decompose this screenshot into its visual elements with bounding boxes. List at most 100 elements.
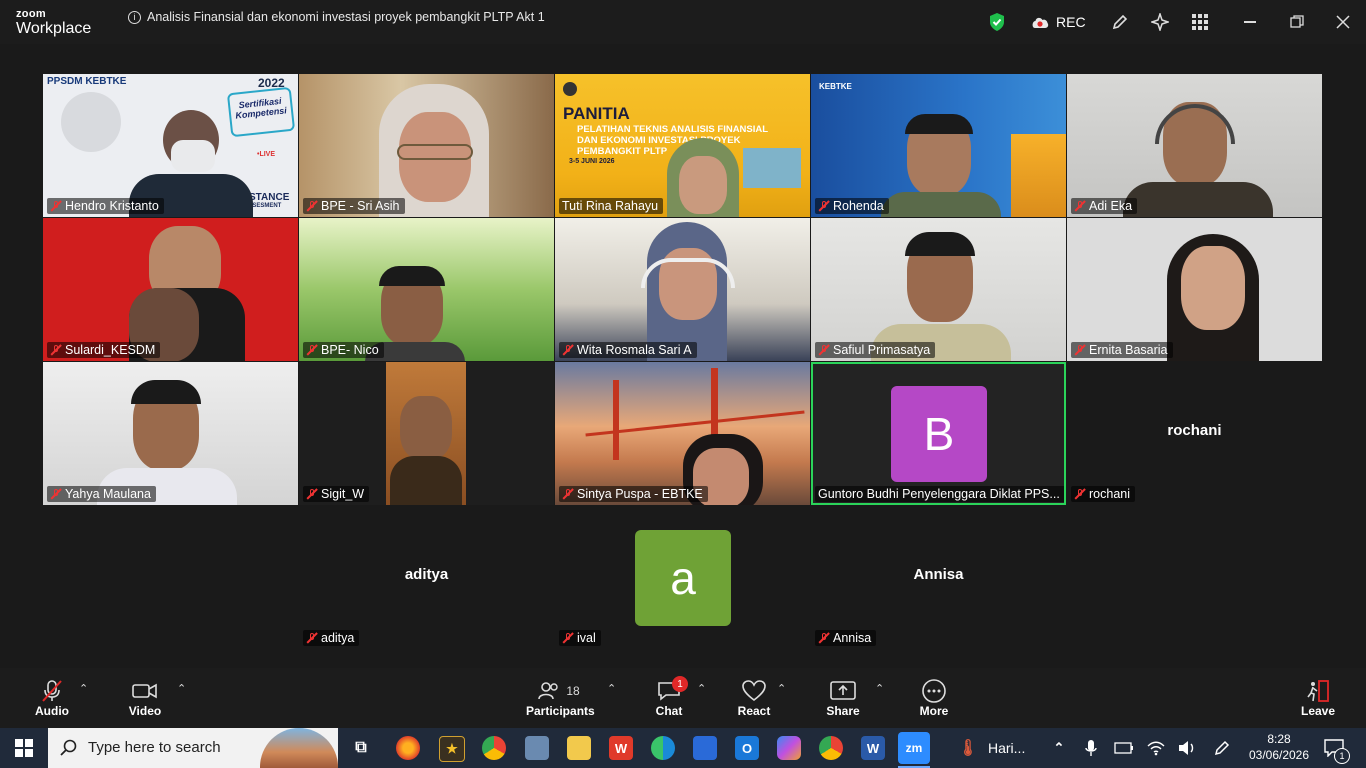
- participant-name: Adi Eka: [1089, 199, 1133, 213]
- chat-unread-badge: 1: [672, 676, 688, 692]
- copilot-icon[interactable]: [777, 736, 801, 760]
- react-button[interactable]: React: [736, 678, 772, 718]
- leave-button[interactable]: Leave: [1300, 678, 1336, 718]
- participants-options-chevron-icon[interactable]: ⌃: [607, 682, 616, 695]
- recording-indicator[interactable]: REC: [1030, 0, 1086, 44]
- video-tile[interactable]: Sulardi_KESDM: [43, 218, 298, 361]
- video-options-chevron-icon[interactable]: ⌃: [177, 682, 186, 695]
- video-tile[interactable]: Safiul Primasatya: [811, 218, 1066, 361]
- shield-icon[interactable]: [985, 10, 1009, 34]
- person-face: [1181, 246, 1245, 330]
- close-icon[interactable]: [1331, 10, 1355, 34]
- participant-center-name: Annisa: [913, 566, 964, 583]
- share-options-chevron-icon[interactable]: ⌃: [875, 682, 884, 695]
- pen-icon[interactable]: [1210, 736, 1234, 760]
- ai-companion-icon[interactable]: [1148, 10, 1172, 34]
- taskbar-search-input[interactable]: Type here to search: [48, 728, 338, 768]
- slide-org: KEBTKE: [819, 82, 852, 91]
- word-icon[interactable]: W: [861, 736, 885, 760]
- title-bar: zoom Workplace i Analisis Finansial dan …: [0, 0, 1366, 44]
- app-star-icon[interactable]: ★: [439, 736, 465, 762]
- video-tile[interactable]: Annisa Annisa: [811, 506, 1066, 649]
- annotate-pencil-icon[interactable]: [1108, 10, 1132, 34]
- avatar-letter: B: [923, 408, 955, 460]
- participant-name: Yahya Maulana: [65, 487, 151, 501]
- video-tile[interactable]: Sintya Puspa - EBTKE: [555, 362, 810, 505]
- system-clock[interactable]: 8:28 03/06/2026: [1244, 731, 1314, 763]
- tray-chevron-icon[interactable]: ⌃: [1047, 736, 1071, 760]
- avatar-letter: a: [670, 552, 696, 604]
- meeting-info[interactable]: i Analisis Finansial dan ekonomi investa…: [128, 10, 545, 24]
- outlook-icon[interactable]: O: [735, 736, 759, 760]
- chrome-icon-2[interactable]: [819, 736, 843, 760]
- participants-label: Participants: [526, 704, 595, 718]
- windows-start-icon[interactable]: [12, 736, 36, 760]
- volume-icon[interactable]: [1175, 736, 1199, 760]
- video-tile-active-speaker[interactable]: B Guntoro Budhi Penyelenggara Diklat PPS…: [811, 362, 1066, 505]
- video-tile[interactable]: BPE- Nico: [299, 218, 554, 361]
- battery-icon[interactable]: [1112, 736, 1136, 760]
- info-icon[interactable]: i: [128, 10, 141, 24]
- wifi-icon[interactable]: [1144, 736, 1168, 760]
- restore-icon[interactable]: [1285, 10, 1309, 34]
- participant-name-tag: Tuti Rina Rahayu: [559, 198, 664, 214]
- share-button[interactable]: Share: [824, 678, 862, 718]
- task-view-icon[interactable]: ⧉: [349, 736, 373, 760]
- video-tile[interactable]: aditya aditya: [299, 506, 554, 649]
- participant-name: aditya: [321, 631, 355, 645]
- weather-text[interactable]: Hari...: [988, 740, 1025, 756]
- mic-muted-icon: [818, 632, 830, 644]
- zoom-taskbar-icon[interactable]: zm: [898, 732, 930, 764]
- edge-icon[interactable]: [651, 736, 675, 760]
- video-tile[interactable]: BPE - Sri Asih: [299, 74, 554, 217]
- video-tile[interactable]: KEBTKE Rohenda: [811, 74, 1066, 217]
- emblem-logo: [61, 92, 121, 152]
- video-button[interactable]: Video: [124, 678, 166, 718]
- participant-center-name: aditya: [404, 566, 449, 583]
- video-tile[interactable]: Adi Eka: [1067, 74, 1322, 217]
- bridge-tower: [613, 380, 619, 460]
- audio-options-chevron-icon[interactable]: ⌃: [79, 682, 88, 695]
- notification-count: 1: [1334, 748, 1350, 764]
- participant-name: Tuti Rina Rahayu: [562, 199, 659, 213]
- video-tile[interactable]: a ival: [555, 506, 810, 649]
- video-tile[interactable]: PANITIA PELATIHAN TEKNIS ANALISIS FINANS…: [555, 74, 810, 217]
- store-icon[interactable]: [693, 736, 717, 760]
- glasses: [397, 144, 473, 160]
- firefox-icon[interactable]: [396, 736, 420, 760]
- video-tile[interactable]: Wita Rosmala Sari A: [555, 218, 810, 361]
- audio-button[interactable]: Audio: [30, 678, 74, 718]
- camera-icon: [124, 678, 166, 704]
- chrome-icon[interactable]: [482, 736, 506, 760]
- video-gallery: PPSDM KEBTKE 2022 Sertifikasi Kompetensi…: [43, 74, 1323, 506]
- video-tile[interactable]: rochani rochani: [1067, 362, 1322, 505]
- apps-grid-icon[interactable]: [1188, 10, 1212, 34]
- video-tile[interactable]: Sigit_W: [299, 362, 554, 505]
- slide-panitia: PANITIA: [563, 104, 630, 123]
- cloud-record-icon: [1032, 17, 1049, 28]
- mic-muted-icon: [306, 200, 318, 212]
- minimize-icon[interactable]: [1238, 10, 1262, 34]
- wps-office-icon[interactable]: W: [609, 736, 633, 760]
- participant-name-tag: Safiul Primasatya: [815, 342, 936, 358]
- more-button[interactable]: More: [917, 678, 951, 718]
- participant-name-tag: ival: [559, 630, 601, 646]
- more-label: More: [919, 704, 949, 718]
- file-explorer-icon[interactable]: [567, 736, 591, 760]
- headphones: [641, 258, 735, 288]
- mic-muted-icon: [30, 678, 74, 704]
- search-placeholder: Type here to search: [88, 739, 221, 756]
- participants-button[interactable]: 18 Participants: [526, 678, 595, 718]
- tray-mic-icon[interactable]: [1079, 736, 1103, 760]
- chat-options-chevron-icon[interactable]: ⌃: [697, 682, 706, 695]
- printer-app-icon[interactable]: [525, 736, 549, 760]
- video-tile[interactable]: Yahya Maulana: [43, 362, 298, 505]
- participant-name: Sintya Puspa - EBTKE: [577, 487, 703, 501]
- mic-muted-icon: [50, 200, 62, 212]
- person-body: [1123, 182, 1273, 217]
- video-tile[interactable]: PPSDM KEBTKE 2022 Sertifikasi Kompetensi…: [43, 74, 298, 217]
- video-tile[interactable]: Ernita Basaria: [1067, 218, 1322, 361]
- mic-muted-icon: [306, 344, 318, 356]
- react-options-chevron-icon[interactable]: ⌃: [777, 682, 786, 695]
- search-icon: [60, 739, 77, 756]
